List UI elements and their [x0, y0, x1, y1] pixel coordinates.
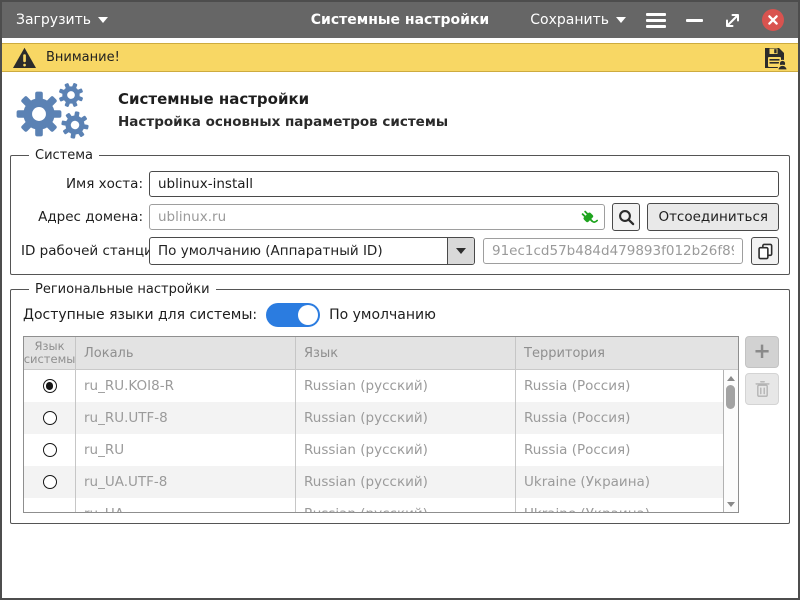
save-settings-icon-button[interactable] — [763, 46, 788, 70]
trash-icon — [754, 380, 771, 398]
load-menu-label: Загрузить — [16, 12, 91, 28]
titlebar: Загрузить Системные настройки Сохранить — [2, 2, 798, 38]
window-title: Системные настройки — [311, 12, 489, 28]
add-locale-button[interactable]: + — [745, 336, 779, 368]
locale-cell: ru_RU.KOI8-R — [76, 370, 296, 402]
language-cell: Russian (русский) — [296, 402, 516, 434]
warning-icon — [12, 47, 37, 69]
toggle-knob — [298, 305, 318, 325]
locale-cell: ru_RU — [76, 434, 296, 466]
close-icon — [768, 15, 778, 25]
hostname-row: Имя хоста: — [21, 171, 779, 197]
workstation-id-mode-select[interactable]: По умолчанию (Аппаратный ID) — [149, 237, 475, 265]
copy-icon — [757, 243, 774, 260]
chevron-down-icon — [616, 17, 626, 23]
workstation-id-input[interactable] — [483, 238, 743, 264]
table-row[interactable]: ru_RU.KOI8-R Russian (русский) Russia (Р… — [24, 370, 738, 402]
table-row[interactable]: ru_RU Russian (русский) Russia (Россия) — [24, 434, 738, 466]
hostname-input[interactable] — [149, 171, 779, 197]
scroll-up-icon[interactable] — [724, 372, 738, 384]
column-header-locale: Локаль — [76, 337, 296, 369]
domain-input[interactable] — [149, 204, 605, 230]
chevron-down-icon — [98, 17, 108, 23]
workstation-id-label: ID рабочей станции: — [21, 243, 143, 259]
maximize-button[interactable] — [723, 11, 742, 30]
minimize-button[interactable] — [686, 19, 703, 22]
close-button[interactable] — [762, 9, 784, 31]
disconnect-button-label: Отсоединиться — [658, 209, 768, 225]
system-section: Система Имя хоста: Адрес домена: — [10, 148, 790, 275]
languages-toggle-row: Доступные языки для системы: По умолчани… — [23, 303, 779, 327]
language-cell: Russian (русский) — [296, 498, 516, 513]
workstation-id-row: ID рабочей станции: По умолчанию (Аппара… — [21, 237, 779, 265]
territory-cell: Russia (Россия) — [516, 402, 738, 434]
plug-connected-icon — [580, 209, 598, 227]
copy-id-button[interactable] — [751, 237, 779, 265]
warning-text: Внимание! — [46, 50, 120, 65]
page-subtitle: Настройка основных параметров системы — [118, 114, 448, 130]
table-row[interactable]: ru_UA.UTF-8 Russian (русский) Ukraine (У… — [24, 466, 738, 498]
plus-icon: + — [753, 341, 771, 362]
language-cell: Russian (русский) — [296, 434, 516, 466]
column-header-territory: Территория — [516, 337, 738, 369]
domain-row: Адрес домена: — [21, 203, 779, 231]
workstation-id-mode-value: По умолчанию (Аппаратный ID) — [150, 238, 447, 264]
menu-icon[interactable] — [646, 13, 666, 28]
search-icon — [618, 209, 635, 226]
territory-cell: Russia (Россия) — [516, 370, 738, 402]
toggle-state-label: По умолчанию — [329, 307, 436, 323]
page-header: Системные настройки Настройка основных п… — [2, 72, 798, 148]
regional-section: Региональные настройки Доступные языки д… — [10, 282, 790, 524]
combobox-arrow-button[interactable] — [447, 238, 474, 264]
locales-table-header: Язык системы Локаль Язык Территория — [24, 337, 738, 370]
locales-table: Язык системы Локаль Язык Территория ru_R… — [23, 336, 739, 513]
scroll-down-icon[interactable] — [724, 498, 738, 510]
save-menu-button[interactable]: Сохранить — [530, 12, 626, 28]
load-menu-button[interactable]: Загрузить — [16, 12, 108, 28]
territory-cell: Ukraine (Украина) — [516, 498, 738, 513]
language-cell: Russian (русский) — [296, 370, 516, 402]
column-header-system-language: Язык системы — [24, 337, 76, 369]
territory-cell: Russia (Россия) — [516, 434, 738, 466]
hostname-label: Имя хоста: — [21, 176, 143, 192]
system-language-radio[interactable] — [43, 443, 57, 457]
warning-bar: Внимание! — [2, 43, 798, 72]
gears-icon — [14, 81, 100, 139]
language-cell: Russian (русский) — [296, 466, 516, 498]
app-window: Загрузить Системные настройки Сохранить — [0, 0, 800, 600]
territory-cell: Ukraine (Украина) — [516, 466, 738, 498]
domain-search-button[interactable] — [612, 203, 640, 231]
system-section-legend: Система — [29, 148, 99, 163]
languages-label: Доступные языки для системы: — [23, 307, 257, 323]
save-menu-label: Сохранить — [530, 12, 609, 28]
chevron-down-icon — [456, 248, 466, 254]
scrollbar-thumb[interactable] — [726, 385, 735, 409]
system-language-radio[interactable] — [43, 379, 57, 393]
delete-locale-button[interactable] — [745, 373, 779, 405]
table-row[interactable]: ru_RU.UTF-8 Russian (русский) Russia (Ро… — [24, 402, 738, 434]
disconnect-button[interactable]: Отсоединиться — [647, 203, 779, 231]
save-floppy-icon — [763, 46, 788, 70]
system-language-radio[interactable] — [43, 475, 57, 489]
regional-section-legend: Региональные настройки — [29, 282, 216, 297]
system-language-radio[interactable] — [43, 411, 57, 425]
languages-toggle[interactable] — [266, 303, 320, 327]
page-title: Системные настройки — [118, 90, 448, 108]
table-row[interactable]: ru_UA Russian (русский) Ukraine (Украина… — [24, 498, 738, 513]
locale-cell: ru_UA — [76, 498, 296, 513]
table-scrollbar[interactable] — [723, 370, 738, 512]
domain-label: Адрес домена: — [21, 209, 143, 225]
locale-cell: ru_RU.UTF-8 — [76, 402, 296, 434]
locale-cell: ru_UA.UTF-8 — [76, 466, 296, 498]
column-header-language: Язык — [296, 337, 516, 369]
